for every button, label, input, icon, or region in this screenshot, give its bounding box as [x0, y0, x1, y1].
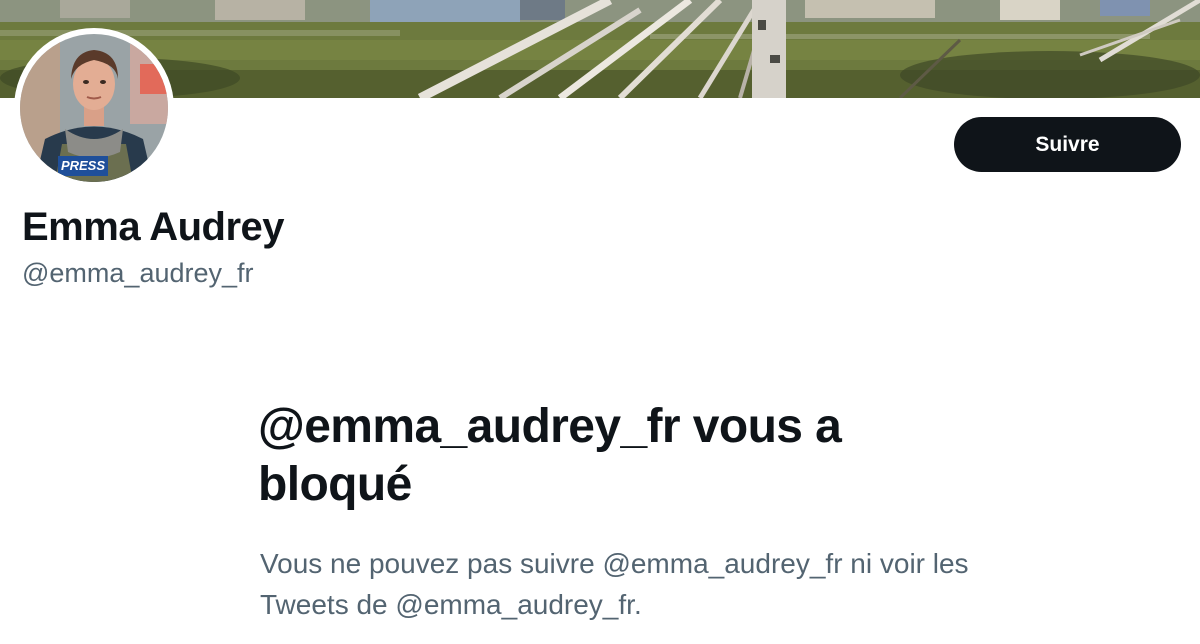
avatar[interactable]: PRESS — [14, 28, 174, 188]
avatar-press-badge-text: PRESS — [60, 158, 106, 173]
profile-display-name: Emma Audrey — [22, 205, 285, 249]
blocked-notice-message: Vous ne pouvez pas suivre @emma_audrey_f… — [260, 548, 969, 620]
profile-page: PRESS Suivre Emma Audrey @emma_audrey_fr… — [0, 0, 1200, 644]
blocked-notice-title: @emma_audrey_fr vous a bloqué — [258, 400, 842, 511]
avatar-photo: PRESS — [20, 34, 168, 182]
follow-button[interactable]: Suivre — [954, 117, 1181, 172]
profile-handle: @emma_audrey_fr — [22, 258, 254, 288]
profile-banner-image[interactable] — [0, 0, 1200, 98]
